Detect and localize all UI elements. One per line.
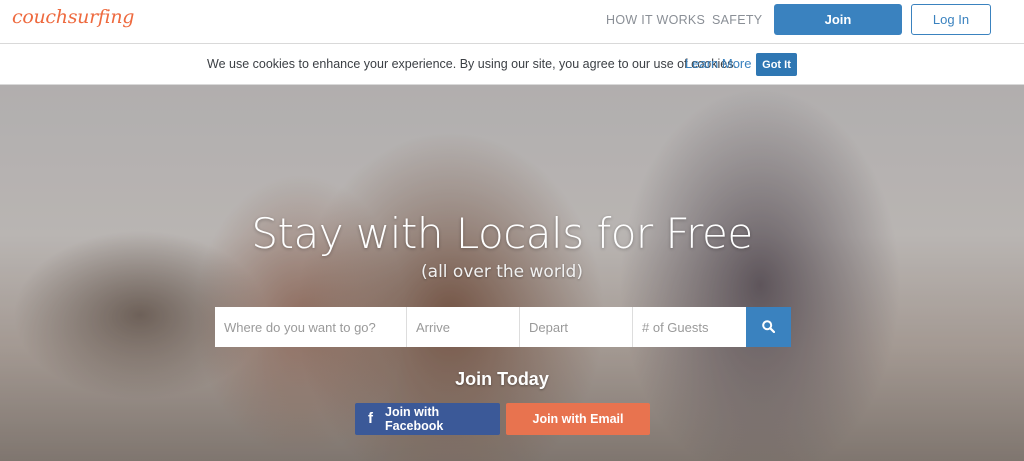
search-button[interactable] [746, 307, 791, 347]
join-today-heading: Join Today [455, 369, 549, 389]
guests-input[interactable] [633, 307, 746, 347]
join-with-facebook-button[interactable]: f Join with Facebook [355, 403, 500, 435]
got-it-button[interactable]: Got It [756, 53, 797, 76]
depart-date-input[interactable] [520, 307, 633, 347]
join-button[interactable]: Join [774, 4, 902, 35]
nav-how-it-works[interactable]: HOW IT WORKS [606, 13, 705, 27]
site-header: couchsurfing HOW IT WORKS SAFETY Join Lo… [0, 0, 1024, 44]
couchsurfing-logo[interactable]: couchsurfing [12, 6, 134, 28]
learn-more-link[interactable]: Learn More [685, 56, 751, 71]
search-bar [215, 307, 791, 347]
destination-input[interactable] [215, 307, 407, 347]
hero-subtitle: (all over the world) [421, 262, 583, 282]
nav-safety[interactable]: SAFETY [712, 13, 762, 27]
join-with-email-button[interactable]: Join with Email [506, 403, 650, 435]
login-button[interactable]: Log In [911, 4, 991, 35]
cookie-banner: We use cookies to enhance your experienc… [0, 44, 1024, 85]
facebook-icon: f [368, 410, 373, 427]
hero-section: Stay with Locals for Free (all over the … [0, 85, 1024, 461]
facebook-button-label: Join with Facebook [385, 405, 444, 433]
cookie-message: We use cookies to enhance your experienc… [207, 57, 737, 71]
search-icon [762, 320, 775, 333]
arrive-date-input[interactable] [407, 307, 520, 347]
hero-title: Stay with Locals for Free [251, 209, 753, 258]
